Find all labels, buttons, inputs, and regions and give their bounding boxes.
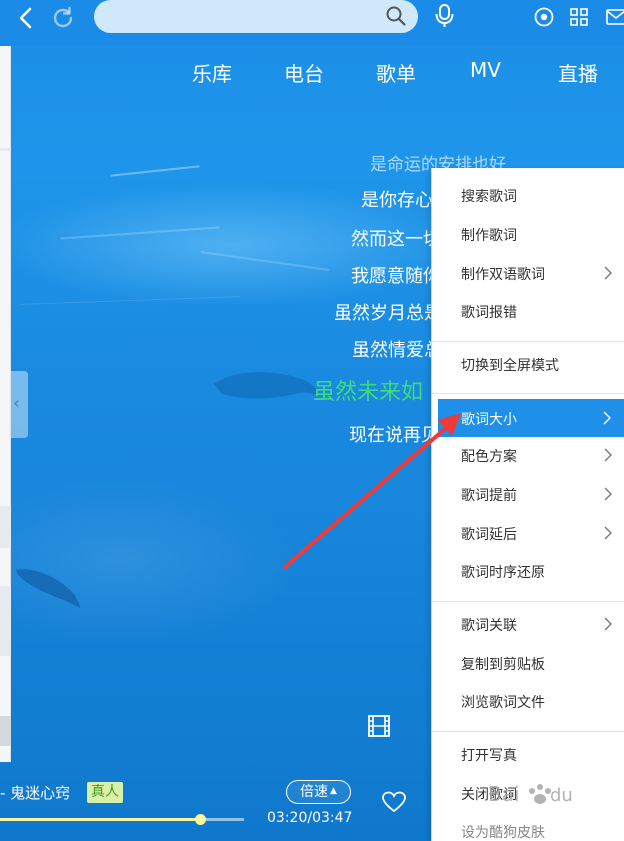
menu-item-reset-timing[interactable]: 歌词时序还原 [432,552,624,590]
refresh-icon[interactable] [50,5,76,31]
menu-item-browse-lyrics-file[interactable]: 浏览歌词文件 [432,682,624,720]
chevron-right-icon [604,448,612,462]
menu-separator [432,601,624,602]
progress-knob[interactable] [195,814,207,825]
nav-item-library[interactable]: 乐库 [192,58,232,87]
nav-item-mv[interactable]: MV [470,58,501,82]
menu-item-label: 浏览歌词文件 [461,695,545,711]
apps-grid-icon[interactable] [569,7,589,27]
menu-item-label: 制作歌词 [461,228,517,244]
menu-item-copy-clipboard[interactable]: 复制到剪贴板 [432,644,624,682]
chevron-right-icon [603,411,611,425]
menu-item-fullscreen[interactable]: 切换到全屏模式 [432,345,624,383]
search-bar[interactable] [94,0,418,33]
film-icon[interactable] [367,714,391,738]
music-player-window: ‹ 乐库 电台 歌单 MV 直播 是命运的安排也好 是你存心 然而这一切 我愿意… [0,0,624,841]
search-icon[interactable] [385,5,407,27]
menu-item-color-scheme[interactable]: 配色方案 [432,436,624,474]
menu-item-link-lyrics[interactable]: 歌词关联 [432,605,624,643]
playback-speed-button[interactable]: 倍速 ▲ [286,780,351,804]
nav-item-playlists[interactable]: 歌单 [376,58,416,87]
menu-item-bilingual-lyrics[interactable]: 制作双语歌词 [432,254,624,292]
menu-item-label: 歌词报错 [461,305,517,321]
lyric-line: 虽然情爱总 [352,340,442,361]
lyric-line: 然而这一切 [351,229,441,250]
heart-icon[interactable] [381,790,407,814]
menu-item-open-photo[interactable]: 打开写真 [432,735,624,773]
current-lyric-line: 虽然未来如 [313,380,424,405]
menu-separator [432,393,624,394]
nav-item-live[interactable]: 直播 [558,58,598,87]
menu-item-lyrics-size[interactable]: 歌词大小 [438,399,624,437]
menu-item-label: 歌词时序还原 [461,565,545,581]
menu-item-label: 打开写真 [461,748,517,764]
baidu-watermark: Bai du [488,775,598,815]
lyric-line: 虽然岁月总是 [334,303,442,324]
menu-item-label: 配色方案 [461,449,517,465]
song-title[interactable]: - 鬼迷心窍 [0,782,70,803]
menu-item-set-skin[interactable]: 设为酷狗皮肤 [432,812,624,841]
progress-fill [0,818,201,821]
chevron-right-icon [604,617,612,631]
menu-item-label: 切换到全屏模式 [461,358,559,374]
water-streak [60,226,220,240]
lyrics-context-menu: 搜索歌词 制作歌词 制作双语歌词 歌词报错 切换到全屏模式 歌词大小 配色方案 … [431,168,624,841]
caret-up-icon: ▲ [330,786,337,796]
menu-item-lyrics-advance[interactable]: 歌词提前 [432,475,624,513]
water-streak [200,250,330,272]
playback-time: 03:20/03:47 [267,810,353,826]
left-sidebar [0,46,11,762]
sidebar-segment [0,506,11,548]
chevron-right-icon [604,487,612,501]
menu-item-label: 歌词大小 [461,412,517,428]
menu-item-label: 歌词延后 [461,527,517,543]
water-streak [110,165,200,177]
menu-item-make-lyrics[interactable]: 制作歌词 [432,215,624,253]
menu-separator [432,731,624,732]
paw-logo: Bai du [488,782,573,806]
menu-item-report-lyrics[interactable]: 歌词报错 [432,292,624,330]
speed-label: 倍速 [300,784,329,800]
mail-icon[interactable] [606,7,624,27]
real-voice-badge: 真人 [87,782,123,803]
chevron-right-icon [604,266,612,280]
back-arrow-icon[interactable] [14,6,38,30]
chevron-right-icon [604,526,612,540]
whale-silhouette [16,569,80,608]
nav-item-radio[interactable]: 电台 [284,58,324,87]
menu-item-label: 复制到剪贴板 [461,657,545,673]
lyric-line: 现在说再见 [349,425,439,446]
lyric-line: 是你存心 [361,190,433,211]
water-streak [20,296,240,305]
menu-item-label: 歌词关联 [461,618,517,634]
menu-item-lyrics-delay[interactable]: 歌词延后 [432,514,624,552]
menu-item-search-lyrics[interactable]: 搜索歌词 [432,176,624,214]
sidebar-segment [0,586,11,656]
menu-item-label: 设为酷狗皮肤 [461,825,545,841]
whale-silhouette [214,372,320,399]
voice-search-icon[interactable] [433,3,457,29]
top-bar [0,0,624,46]
sidebar-segment [0,148,11,151]
menu-separator [432,341,624,342]
menu-item-label: 制作双语歌词 [461,267,545,283]
lyric-line: 我愿意随你 [351,266,441,287]
chevron-left-icon: ‹ [13,393,21,414]
svg-text:du: du [550,785,573,806]
progress-bar[interactable] [0,814,244,825]
menu-item-label: 歌词提前 [461,488,517,504]
main-nav: 乐库 电台 歌单 MV 直播 [0,58,624,88]
search-input[interactable] [108,4,378,28]
collapse-sidebar-button[interactable]: ‹ [11,371,28,438]
sidebar-segment [0,716,11,746]
menu-item-label: 搜索歌词 [461,189,517,205]
svg-text:Bai: Bai [488,782,520,806]
radio-icon[interactable] [533,6,555,28]
